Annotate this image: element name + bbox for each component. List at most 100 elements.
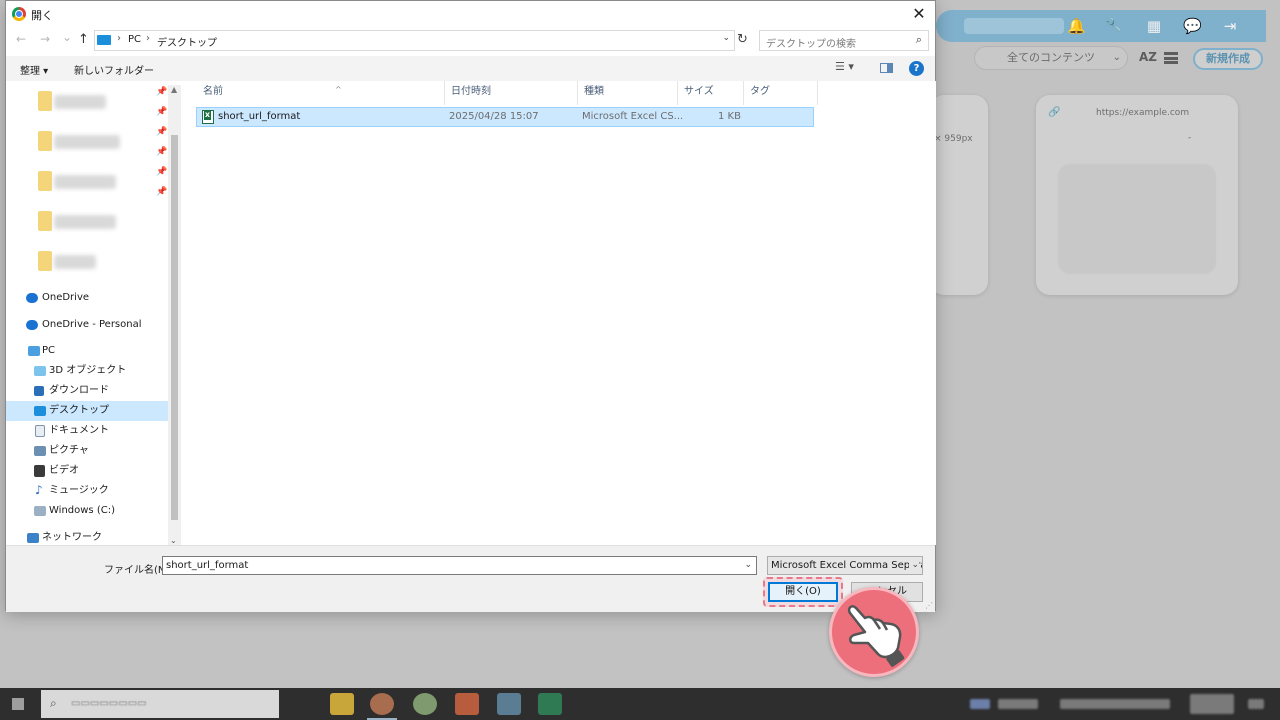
filter-select[interactable]: 全てのコンテンツ ⌄ [974, 46, 1128, 70]
file-row[interactable]: short_url_format 2025/04/28 15:07 Micros… [196, 107, 814, 127]
logout-icon[interactable]: ⇥ [1221, 17, 1239, 35]
up-arrow-icon[interactable]: ↑ [78, 32, 89, 47]
pc-icon [97, 35, 111, 45]
video-icon [34, 465, 45, 477]
nav-item-documents[interactable]: ドキュメント [6, 421, 168, 441]
chevron-down-icon[interactable]: ⌄ [744, 557, 752, 574]
bg-card-dash: - [1188, 133, 1192, 143]
cloud-icon [26, 320, 38, 330]
sort-az-icon[interactable]: AZ [1139, 50, 1157, 64]
open-button[interactable]: 開く(O) [768, 582, 838, 602]
nav-item-videos[interactable]: ビデオ [6, 461, 168, 481]
network-icon [27, 533, 39, 543]
excel-taskbar-icon[interactable] [538, 693, 562, 715]
breadcrumb-desktop[interactable]: デスクトップ [157, 34, 217, 49]
filename-value: short_url_format [166, 560, 249, 571]
file-name: short_url_format [218, 111, 301, 122]
bg-card-url: https://example.com [1096, 108, 1190, 118]
scroll-thumb[interactable] [171, 135, 178, 520]
bg-card-thumbnail [1058, 164, 1216, 274]
file-explorer-icon[interactable] [330, 693, 354, 715]
browser-taskbar-icon[interactable] [413, 693, 437, 715]
folder-icon[interactable] [38, 251, 52, 271]
quick-access-item[interactable] [54, 135, 120, 149]
notifications-icon[interactable] [1248, 699, 1264, 709]
nav-pane-scrollbar[interactable]: ▲ ⌄ [168, 85, 181, 545]
breadcrumb-separator-icon: › [146, 33, 150, 44]
bg-card-size: × 959px [934, 134, 973, 144]
open-file-dialog: 開く ✕ ← → ⌄ ↑ › PC › デスクトップ ⌄ ↻ デスクトップの検索… [5, 0, 936, 612]
nav-item-desktop[interactable]: デスクトップ [6, 401, 168, 421]
column-header-date[interactable]: 日付時刻 [445, 81, 578, 105]
pin-icon: 📌 [156, 187, 168, 197]
preview-pane-icon[interactable] [880, 63, 893, 73]
bell-icon[interactable]: 🔔 [1067, 17, 1086, 35]
breadcrumb-pc[interactable]: PC [128, 34, 141, 45]
file-date: 2025/04/28 15:07 [449, 111, 539, 122]
nav-item-pictures[interactable]: ピクチャ [6, 441, 168, 461]
nav-item-3d-objects[interactable]: 3D オブジェクト [6, 361, 168, 381]
forward-arrow-icon[interactable]: → [40, 32, 50, 46]
resize-grip-icon[interactable]: ⋰ [925, 601, 933, 610]
nav-item-onedrive[interactable]: OneDrive [6, 288, 168, 308]
picture-icon [34, 446, 46, 456]
list-view-icon[interactable] [1164, 52, 1178, 64]
new-create-button[interactable]: 新規作成 [1193, 48, 1263, 70]
folder-icon[interactable] [38, 91, 52, 111]
dialog-title: 開く [31, 9, 53, 22]
help-icon[interactable]: ? [909, 61, 924, 76]
chevron-down-icon[interactable]: ⌄ [722, 33, 730, 43]
nav-item-windows-c[interactable]: Windows (C:) [6, 501, 168, 521]
column-header-type[interactable]: 種類 [578, 81, 678, 105]
new-folder-button[interactable]: 新しいフォルダー [74, 62, 154, 77]
filetype-select[interactable]: Microsoft Excel Comma Separa ⌄ [767, 556, 923, 575]
windows-start-icon[interactable] [12, 698, 24, 710]
scroll-down-icon[interactable]: ⌄ [170, 536, 177, 545]
nav-item-label: OneDrive - Personal [42, 319, 142, 330]
chrome-taskbar-icon[interactable] [370, 693, 394, 715]
weather-icon[interactable] [970, 699, 990, 709]
search-input[interactable]: デスクトップの検索 ⌕ [759, 30, 929, 51]
filename-input[interactable]: short_url_format ⌄ [162, 556, 757, 575]
quick-access-item[interactable] [54, 215, 116, 229]
pc-icon [28, 346, 40, 356]
folder-icon[interactable] [38, 171, 52, 191]
folder-icon[interactable] [38, 211, 52, 231]
office-taskbar-icon[interactable] [455, 693, 479, 715]
nav-item-pc[interactable]: PC [6, 341, 168, 361]
nav-item-music[interactable]: ♪ ミュージック [6, 481, 168, 501]
view-options-icon[interactable]: ☰ ▾ [835, 60, 854, 73]
column-header-name[interactable]: 名前 ^ [197, 81, 445, 105]
app-taskbar-icon[interactable] [497, 693, 521, 715]
close-button[interactable]: ✕ [909, 4, 929, 24]
bg-card[interactable] [930, 95, 988, 295]
column-header-size[interactable]: サイズ [678, 81, 744, 105]
organize-menu[interactable]: 整理 ▾ [20, 62, 48, 77]
folder-icon[interactable] [38, 131, 52, 151]
nav-item-label: ドキュメント [49, 425, 109, 436]
quick-access-item[interactable] [54, 95, 106, 109]
sort-ascending-icon: ^ [335, 85, 342, 94]
system-tray-icons[interactable] [1060, 699, 1170, 709]
filetype-value: Microsoft Excel Comma Separa [771, 560, 923, 571]
clock[interactable] [1190, 694, 1234, 714]
taskbar-search-box[interactable]: ⌕ ▭▭▭▭▭▭▭▭ [41, 690, 279, 718]
chrome-icon [12, 7, 26, 21]
quick-access-item[interactable] [54, 175, 116, 189]
nav-item-onedrive-personal[interactable]: OneDrive - Personal [6, 315, 168, 335]
nav-item-downloads[interactable]: ダウンロード [6, 381, 168, 401]
nav-item-label: デスクトップ [49, 405, 109, 416]
column-header-tags[interactable]: タグ [744, 81, 818, 105]
quick-access-item[interactable] [54, 255, 96, 269]
nav-item-label: ダウンロード [49, 385, 109, 396]
file-list: 名前 ^ 日付時刻 種類 サイズ タグ short_url_format 202… [182, 81, 936, 545]
chevron-down-icon: ⌄ [1112, 52, 1121, 63]
grid-icon[interactable]: ▦ [1145, 17, 1163, 35]
wrench-icon[interactable]: 🔧 [1105, 17, 1124, 35]
recent-locations-icon[interactable]: ⌄ [62, 30, 72, 44]
refresh-icon[interactable]: ↻ [737, 32, 751, 48]
scroll-up-icon[interactable]: ▲ [171, 85, 177, 94]
back-arrow-icon[interactable]: ← [16, 32, 26, 46]
address-bar[interactable]: › PC › デスクトップ ⌄ [94, 30, 735, 51]
chat-icon[interactable]: 💬 [1183, 17, 1202, 35]
